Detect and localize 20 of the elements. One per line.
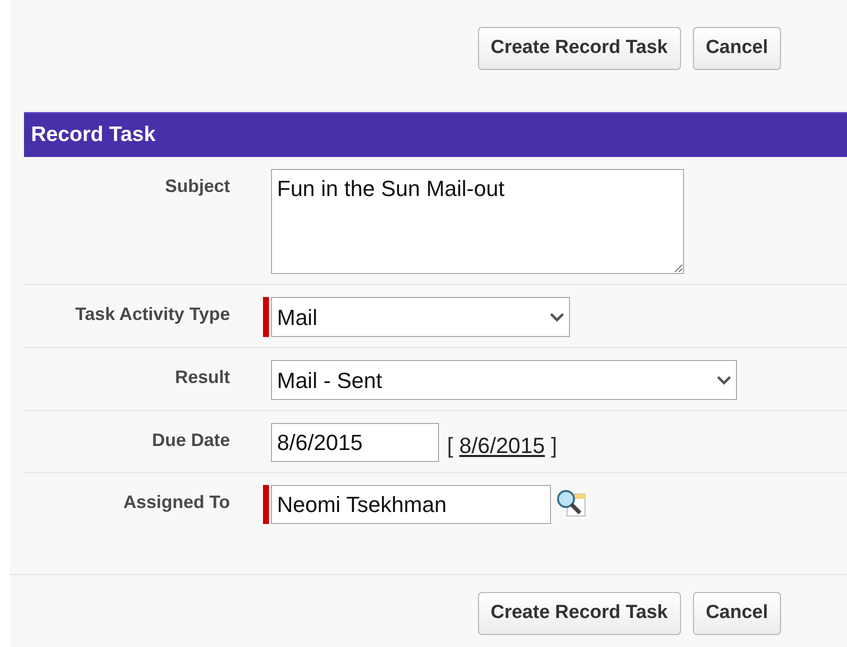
field-label: Subject bbox=[164, 175, 230, 198]
create-task-button[interactable]: Create Record Task bbox=[478, 27, 681, 70]
bracket-text: ] bbox=[551, 433, 558, 458]
dropdown-field[interactable]: Mail - Sent bbox=[271, 360, 737, 400]
field-label: Task Activity Type bbox=[74, 303, 230, 326]
cancel-button[interactable]: Cancel bbox=[692, 592, 781, 635]
today-date-link[interactable]: 8/6/2015 bbox=[459, 433, 545, 458]
field-label: Result bbox=[174, 366, 230, 389]
section-header: Record Task bbox=[24, 112, 847, 157]
cancel-button[interactable]: Cancel bbox=[692, 27, 781, 70]
assignee-field[interactable]: Neomi Tsekhman bbox=[271, 485, 551, 524]
chevron-down-icon bbox=[717, 375, 731, 385]
create-task-button[interactable]: Create Record Task bbox=[478, 592, 681, 635]
field-label: Due Date bbox=[150, 429, 230, 452]
chevron-down-icon bbox=[550, 312, 564, 322]
dropdown-field[interactable]: Mail bbox=[271, 297, 570, 337]
field-label: Assigned To bbox=[122, 491, 230, 514]
bracket-text: [ bbox=[447, 433, 454, 458]
subject-field[interactable]: Fun in the Sun Mail-out bbox=[271, 169, 684, 274]
date-field[interactable]: 8/6/2015 bbox=[271, 423, 439, 462]
